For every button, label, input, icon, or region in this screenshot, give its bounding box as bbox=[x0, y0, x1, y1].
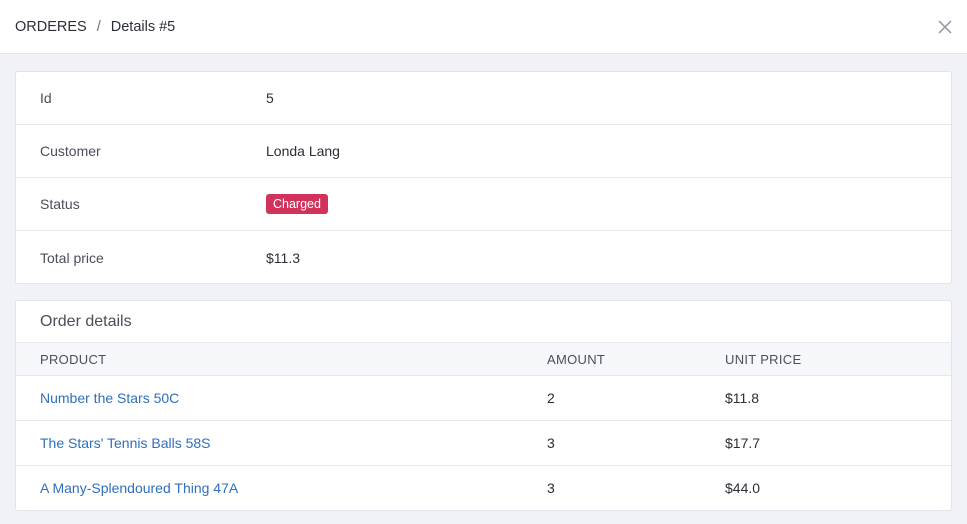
info-row-status: Status Charged bbox=[16, 178, 951, 231]
order-details-card: Order details PRODUCT AMOUNT UNIT PRICE … bbox=[15, 300, 952, 511]
info-row-total-price: Total price $11.3 bbox=[16, 231, 951, 284]
status-label: Status bbox=[40, 196, 80, 212]
breadcrumb: ORDERES / Details #5 bbox=[15, 19, 175, 35]
breadcrumb-separator: / bbox=[96, 18, 101, 35]
table-row: Number the Stars 50C 2 $11.8 bbox=[16, 376, 951, 421]
customer-label: Customer bbox=[40, 143, 101, 159]
status-badge: Charged bbox=[266, 194, 328, 214]
customer-link[interactable]: Londa Lang bbox=[266, 143, 340, 159]
breadcrumb-orders[interactable]: ORDERES bbox=[15, 19, 87, 35]
info-row-id: Id 5 bbox=[16, 72, 951, 125]
order-info-card: Id 5 Customer Londa Lang Status Charged … bbox=[15, 71, 952, 284]
top-bar: ORDERES / Details #5 bbox=[0, 0, 967, 54]
table-row: A Many-Splendoured Thing 47A 3 $44.0 bbox=[16, 466, 951, 511]
id-value: 5 bbox=[266, 90, 274, 106]
id-label: Id bbox=[40, 90, 52, 106]
column-header-product: PRODUCT bbox=[40, 351, 107, 367]
product-link[interactable]: The Stars' Tennis Balls 58S bbox=[40, 435, 211, 451]
unit-price-cell: $17.7 bbox=[725, 435, 761, 451]
table-row: The Stars' Tennis Balls 58S 3 $17.7 bbox=[16, 421, 951, 466]
total-price-value: $11.3 bbox=[266, 249, 300, 266]
order-details-title: Order details bbox=[40, 312, 132, 330]
unit-price-cell: $44.0 bbox=[725, 480, 761, 497]
order-details-table: PRODUCT AMOUNT UNIT PRICE Number the Sta… bbox=[16, 342, 951, 511]
column-header-unit-price: UNIT PRICE bbox=[725, 351, 802, 367]
total-price-label: Total price bbox=[40, 249, 104, 266]
amount-cell: 2 bbox=[547, 390, 555, 406]
product-link[interactable]: Number the Stars 50C bbox=[40, 390, 179, 406]
info-row-customer: Customer Londa Lang bbox=[16, 125, 951, 178]
amount-cell: 3 bbox=[547, 435, 555, 451]
breadcrumb-current: Details #5 bbox=[110, 18, 176, 35]
close-icon[interactable] bbox=[935, 17, 955, 37]
product-link[interactable]: A Many-Splendoured Thing 47A bbox=[40, 480, 238, 496]
table-header-row: PRODUCT AMOUNT UNIT PRICE bbox=[16, 342, 951, 376]
amount-cell: 3 bbox=[547, 480, 555, 497]
column-header-amount: AMOUNT bbox=[547, 351, 606, 367]
unit-price-cell: $11.8 bbox=[725, 390, 759, 406]
